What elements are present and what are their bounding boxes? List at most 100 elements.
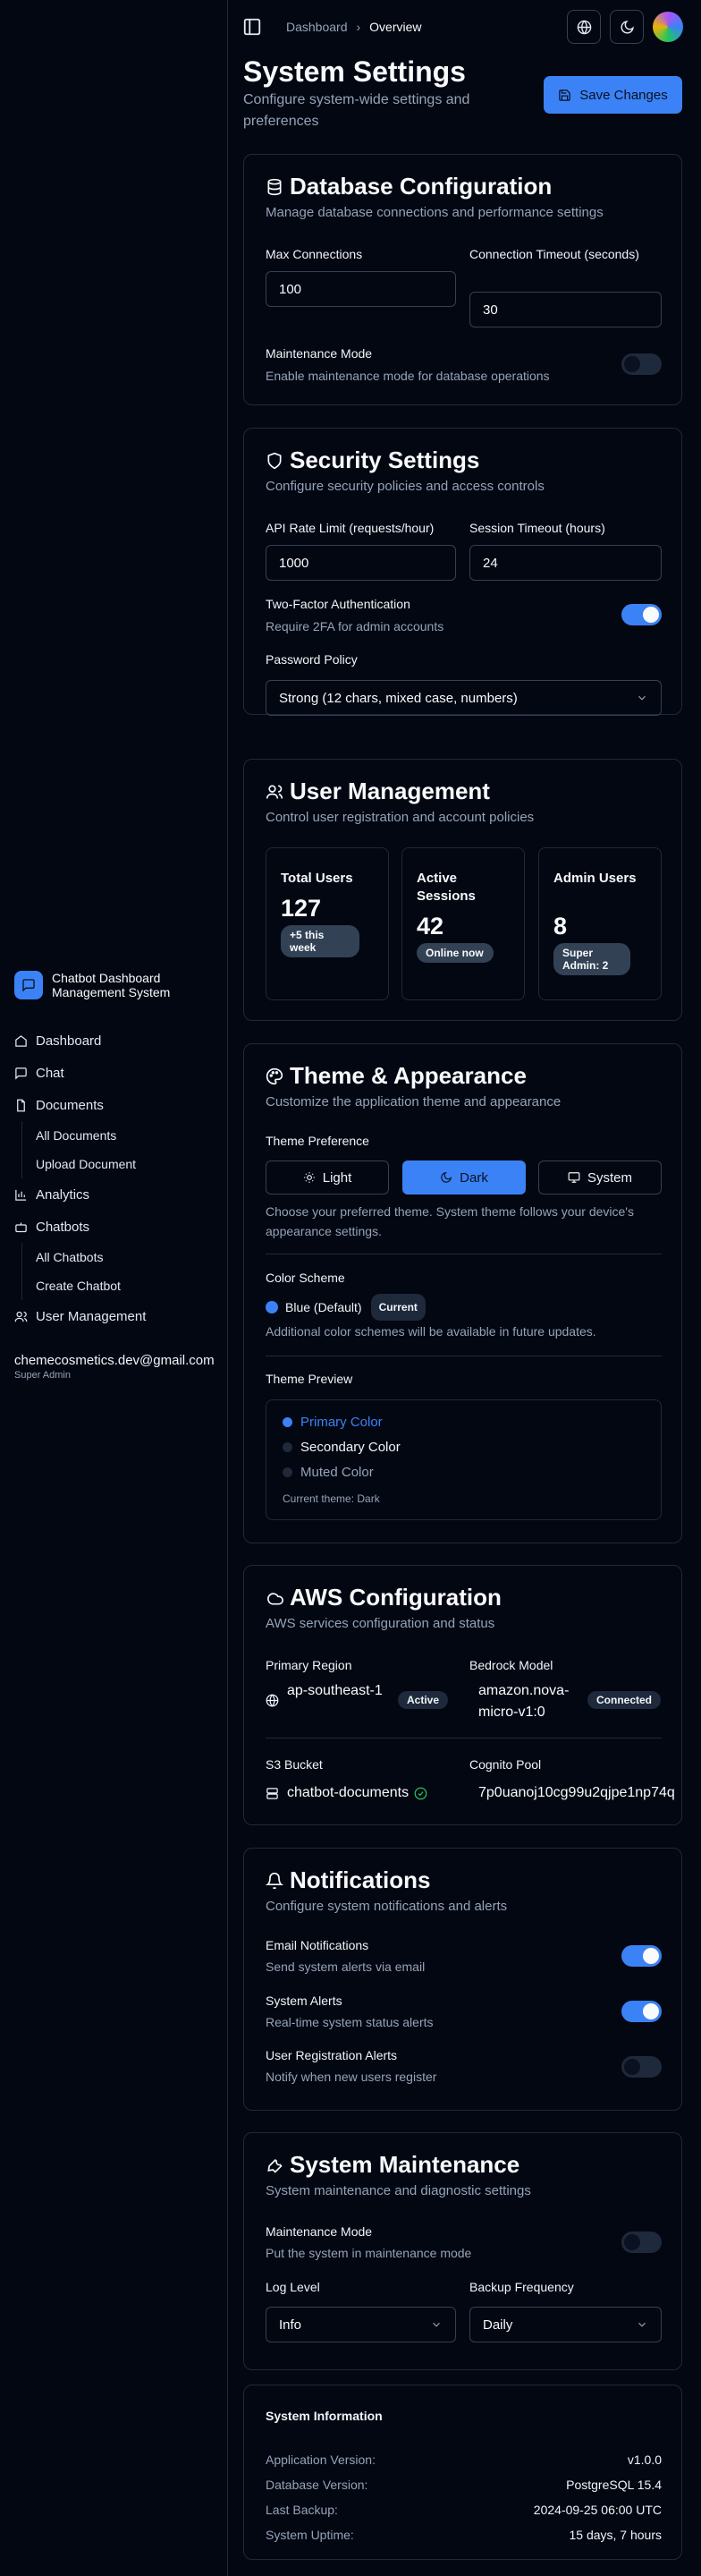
api-rate-input[interactable]: 1000: [266, 545, 456, 581]
max-connections-input[interactable]: 100: [266, 271, 456, 307]
s3-bucket-name: chatbot-documents: [287, 1785, 410, 1800]
stat-title: Active Sessions: [417, 871, 476, 904]
maintenance-card: System Maintenance System maintenance an…: [243, 2132, 682, 2370]
card-subtitle: Configure system notifications and alert…: [266, 1899, 508, 1914]
card-title: Notifications: [266, 1866, 430, 1894]
user-role: Super Admin: [14, 1370, 71, 1381]
select-value: Info: [279, 2317, 302, 2333]
max-connections-label: Max Connections: [266, 247, 363, 261]
system-maintenance-toggle[interactable]: [621, 2232, 662, 2253]
sidebar-item-analytics[interactable]: Analytics: [14, 1178, 229, 1211]
wrench-icon: [266, 2156, 283, 2174]
info-row: System Uptime: 15 days, 7 hours: [266, 2528, 662, 2542]
maintenance-help: Enable maintenance mode for database ope…: [266, 369, 550, 383]
card-subtitle: Control user registration and account po…: [266, 810, 535, 825]
shield-icon: [266, 452, 283, 470]
breadcrumb: Dashboard › Overview: [286, 20, 422, 34]
database-icon: [266, 178, 283, 196]
info-row: Last Backup: 2024-09-25 06:00 UTC: [266, 2503, 662, 2517]
registration-alerts-toggle[interactable]: [621, 2056, 662, 2078]
breadcrumb-dashboard[interactable]: Dashboard: [286, 20, 348, 34]
sidebar-item-create-chatbot[interactable]: Create Chatbot: [14, 1271, 229, 1300]
info-value: PostgreSQL 15.4: [566, 2478, 662, 2492]
stat-badge: Super Admin: 2: [553, 943, 630, 975]
email-notifications-toggle[interactable]: [621, 1945, 662, 1967]
notifications-card: Notifications Configure system notificat…: [243, 1848, 682, 2111]
chevron-down-icon: [636, 2318, 648, 2331]
card-subtitle: System maintenance and diagnostic settin…: [266, 2183, 531, 2198]
sidebar-item-chatbots[interactable]: Chatbots: [14, 1211, 229, 1243]
card-title-text: System Maintenance: [290, 2151, 520, 2178]
page-subtitle: Configure system-wide settings and prefe…: [243, 92, 470, 129]
chevron-down-icon: [636, 692, 648, 704]
api-rate-label: API Rate Limit (requests/hour): [266, 521, 435, 535]
file-icon: [14, 1099, 28, 1112]
log-level-select[interactable]: Info: [266, 2307, 456, 2342]
preview-label: Muted Color: [300, 1465, 374, 1480]
bar-chart-icon: [14, 1188, 28, 1202]
preview-primary: Primary Color: [283, 1415, 383, 1430]
users-icon: [14, 1310, 28, 1323]
registration-alerts-label: User Registration Alerts: [266, 2048, 398, 2062]
region-status-badge: Active: [398, 1691, 449, 1709]
theme-light-button[interactable]: Light: [266, 1160, 389, 1194]
twofa-help: Require 2FA for admin accounts: [266, 619, 444, 633]
color-swatch: [266, 1301, 278, 1314]
system-info-title: System Information: [266, 2409, 383, 2423]
card-subtitle: Manage database connections and performa…: [266, 205, 604, 220]
page-title: System Settings: [243, 55, 466, 88]
save-button[interactable]: Save Changes: [544, 76, 682, 114]
avatar[interactable]: [653, 12, 683, 42]
bedrock-model-label: Bedrock Model: [469, 1658, 553, 1672]
preview-current-theme: Current theme: Dark: [283, 1492, 380, 1505]
email-notifications-label: Email Notifications: [266, 1938, 369, 1952]
user-email: chemecosmetics.dev@gmail.com: [14, 1353, 215, 1368]
model-value: amazon.nova-micro-v1:0: [478, 1683, 570, 1720]
theme-dark-button[interactable]: Dark: [402, 1160, 526, 1194]
theme-system-button[interactable]: System: [538, 1160, 662, 1194]
theme-toggle-button[interactable]: [610, 10, 644, 44]
sidebar-item-chat[interactable]: Chat: [14, 1057, 229, 1089]
cloud-icon: [266, 1589, 283, 1607]
region-value: ap-southeast-1: [287, 1683, 383, 1698]
chat-logo-icon: [14, 971, 43, 999]
server-icon: [266, 1787, 279, 1800]
stat-badge: Online now: [417, 943, 494, 963]
info-row: Application Version: v1.0.0: [266, 2453, 662, 2467]
bot-icon: [14, 1220, 28, 1234]
sidebar: Chatbot Dashboard Management System Dash…: [0, 0, 228, 2576]
password-policy-label: Password Policy: [266, 652, 358, 667]
sidebar-item-user-management[interactable]: User Management: [14, 1300, 229, 1332]
system-alerts-toggle[interactable]: [621, 2001, 662, 2022]
language-button[interactable]: [567, 10, 601, 44]
brand: Chatbot Dashboard Management System: [14, 971, 195, 999]
select-value: Daily: [483, 2317, 513, 2333]
theme-option-label: System: [587, 1169, 632, 1186]
sidebar-item-label: User Management: [36, 1308, 147, 1324]
system-alerts-label: System Alerts: [266, 1994, 342, 2008]
s3-value: chatbot-documents: [287, 1782, 427, 1804]
secondary-dot: [283, 1442, 292, 1452]
users-icon: [266, 783, 283, 801]
sidebar-item-upload-document[interactable]: Upload Document: [14, 1150, 229, 1178]
sidebar-item-label: Documents: [36, 1097, 104, 1113]
sidebar-item-all-documents[interactable]: All Documents: [14, 1121, 229, 1150]
session-timeout-label: Session Timeout (hours): [469, 521, 605, 535]
db-maintenance-toggle[interactable]: [621, 353, 662, 375]
stat-title: Admin Users: [553, 871, 637, 886]
twofa-toggle[interactable]: [621, 604, 662, 625]
sidebar-item-documents[interactable]: Documents: [14, 1089, 229, 1121]
session-timeout-input[interactable]: 24: [469, 545, 662, 581]
backup-frequency-label: Backup Frequency: [469, 2280, 574, 2294]
breadcrumb-current: Overview: [369, 20, 422, 34]
color-scheme-value: Blue (Default): [285, 1300, 362, 1314]
sidebar-item-all-chatbots[interactable]: All Chatbots: [14, 1243, 229, 1271]
sidebar-item-label: Chat: [36, 1065, 64, 1081]
sidebar-item-dashboard[interactable]: Dashboard: [14, 1024, 229, 1057]
connection-timeout-input[interactable]: 30: [469, 292, 662, 327]
password-policy-select[interactable]: Strong (12 chars, mixed case, numbers): [266, 680, 662, 716]
sidebar-item-label: Chatbots: [36, 1219, 90, 1235]
sidebar-toggle-icon[interactable]: [242, 17, 262, 37]
backup-frequency-select[interactable]: Daily: [469, 2307, 662, 2342]
user-profile[interactable]: chemecosmetics.dev@gmail.com Super Admin: [14, 1353, 215, 1381]
